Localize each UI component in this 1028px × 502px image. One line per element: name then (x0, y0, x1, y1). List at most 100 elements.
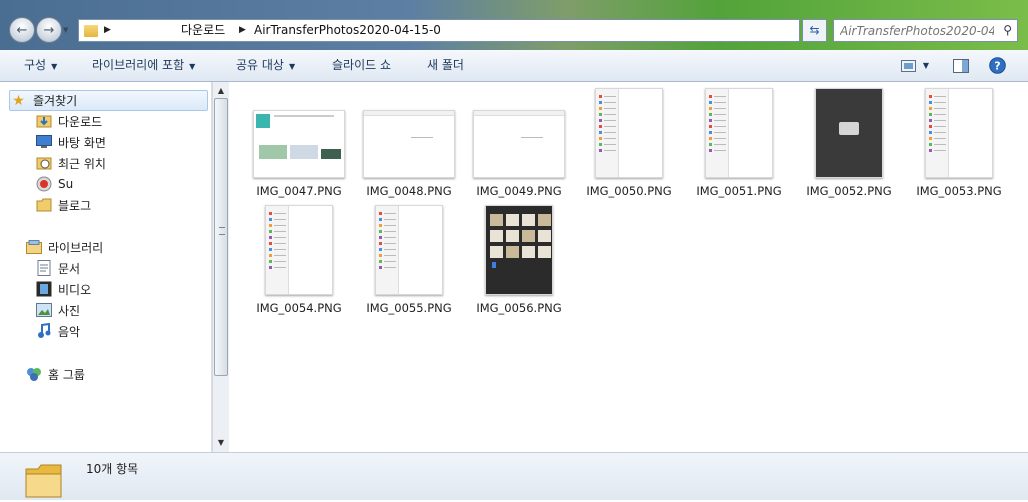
file-thumbnail (355, 90, 463, 178)
chevron-down-icon: ▼ (189, 62, 196, 71)
nav-item-3[interactable]: 최근 위치 (35, 153, 106, 173)
screenshot-preview-image (925, 88, 993, 178)
file-item[interactable]: IMG_0047.PNG (245, 90, 353, 207)
file-item[interactable]: IMG_0054.PNG (245, 205, 353, 324)
nav-item-3[interactable]: 사진 (35, 300, 80, 320)
slideshow-button[interactable]: 슬라이드 쇼 (332, 50, 391, 81)
nav-item-label: 음악 (58, 324, 81, 339)
nav-homegroup-label: 홈 그룹 (48, 367, 85, 382)
back-arrow-icon: ← (16, 22, 28, 38)
nav-item-label: 블로그 (58, 198, 92, 213)
file-name: IMG_0047.PNG (256, 184, 342, 198)
view-options-dropdown[interactable]: ▼ (919, 57, 933, 74)
grip-icon (219, 227, 225, 235)
share-with-menu[interactable]: 공유 대상 ▼ (236, 50, 295, 81)
nav-item-label: 사진 (58, 303, 81, 318)
downloads-icon (35, 113, 52, 129)
breadcrumb-arrow-icon[interactable]: ▶ (239, 20, 246, 41)
file-item[interactable]: IMG_0051.PNG (685, 88, 793, 207)
file-item[interactable]: IMG_0052.PNG (795, 88, 903, 207)
file-name: IMG_0051.PNG (696, 184, 782, 198)
file-item[interactable]: IMG_0056.PNG (465, 205, 573, 324)
item-count: 10개 항목 (86, 462, 139, 476)
organize-menu[interactable]: 구성 ▼ (24, 50, 57, 81)
include-library-label: 라이브러리에 포함 (92, 58, 185, 72)
nav-item-4[interactable]: Su (35, 174, 73, 194)
file-thumbnail (465, 90, 573, 178)
nav-item-2[interactable]: 바탕 화면 (35, 132, 106, 152)
nav-libraries[interactable]: 라이브러리 (25, 237, 103, 257)
desktop-icon (35, 134, 52, 150)
file-name: IMG_0048.PNG (366, 184, 452, 198)
nav-item-2[interactable]: 비디오 (35, 279, 91, 299)
nav-libraries-label: 라이브러리 (48, 240, 104, 255)
user-icon (35, 176, 52, 192)
redacted-area (18, 398, 133, 452)
refresh-button[interactable]: ⇆ (802, 19, 827, 42)
file-item[interactable]: IMG_0049.PNG (465, 90, 573, 207)
include-in-library-menu[interactable]: 라이브러리에 포함 ▼ (92, 50, 195, 81)
file-name: IMG_0049.PNG (476, 184, 562, 198)
organize-label: 구성 (24, 58, 47, 72)
search-input[interactable] (840, 22, 994, 39)
address-bar-area: ← → ▼ ▶ 다운로드 ▶ AirTransferPhotos2020-04-… (0, 0, 1028, 50)
file-name: IMG_0052.PNG (806, 184, 892, 198)
folder-icon (35, 197, 52, 213)
preview-pane-icon (953, 58, 969, 73)
file-name: IMG_0056.PNG (476, 301, 562, 315)
command-bar: 구성 ▼ 라이브러리에 포함 ▼ 공유 대상 ▼ 슬라이드 쇼 새 폴더 ▼ ? (0, 50, 1028, 82)
search-box[interactable]: ⚲ (833, 19, 1018, 42)
breadcrumb-current-folder[interactable]: AirTransferPhotos2020-04-15-0 (254, 20, 441, 41)
navigation-pane: ★ 즐겨찾기 다운로드바탕 화면 최근 위치 Su 블로그 라이브러리 문서비디오사진… (0, 82, 212, 452)
file-item[interactable]: IMG_0050.PNG (575, 88, 683, 207)
new-folder-label: 새 폴더 (427, 58, 464, 72)
preview-pane-button[interactable] (952, 57, 970, 74)
forward-button[interactable]: → (36, 17, 62, 43)
breadcrumb-arrow-icon[interactable]: ▶ (104, 20, 111, 41)
new-folder-button[interactable]: 새 폴더 (427, 50, 464, 81)
nav-item-label: 비디오 (58, 282, 92, 297)
recent-pages-dropdown[interactable]: ▼ (63, 26, 68, 34)
file-thumbnail (685, 88, 793, 178)
file-thumbnail (245, 90, 353, 178)
change-view-button[interactable] (899, 57, 917, 74)
screenshot-preview-image (705, 88, 773, 178)
scroll-up-arrow-icon[interactable]: ▲ (213, 84, 229, 98)
nav-item-1[interactable]: 다운로드 (35, 111, 102, 131)
nav-item-label: 다운로드 (58, 114, 103, 129)
homegroup-icon (25, 366, 42, 382)
forward-arrow-icon: → (43, 22, 55, 38)
scroll-down-arrow-icon[interactable]: ▼ (213, 436, 229, 450)
nav-item-4[interactable]: 음악 (35, 321, 80, 341)
nav-homegroup[interactable]: 홈 그룹 (25, 364, 85, 384)
videos-icon (35, 281, 52, 297)
address-box[interactable]: ▶ 다운로드 ▶ AirTransferPhotos2020-04-15-0 ▼ (78, 19, 874, 42)
file-thumbnail (575, 88, 683, 178)
file-item[interactable]: IMG_0048.PNG (355, 90, 463, 207)
chevron-down-icon: ▼ (288, 62, 296, 71)
file-item[interactable]: IMG_0055.PNG (355, 205, 463, 324)
documents-icon (35, 260, 52, 276)
favorites-star-icon: ★ (12, 92, 25, 109)
nav-item-label: 문서 (58, 261, 81, 276)
file-name: IMG_0053.PNG (916, 184, 1002, 198)
breadcrumb-downloads[interactable]: 다운로드 (181, 20, 225, 41)
libraries-icon (25, 239, 42, 255)
view-icon (900, 59, 916, 72)
nav-scrollbar[interactable]: ▲ ▼ (212, 82, 229, 452)
search-icon[interactable]: ⚲ (1003, 23, 1012, 37)
music-icon (35, 323, 52, 339)
help-button[interactable]: ? (988, 57, 1006, 74)
file-item[interactable]: IMG_0053.PNG (905, 88, 1013, 207)
screenshot-preview-image (265, 205, 333, 295)
scrollbar-thumb[interactable] (214, 98, 228, 376)
recent-places-icon (35, 155, 52, 171)
folder-icon (24, 459, 64, 499)
back-button[interactable]: ← (9, 17, 35, 43)
nav-item-1[interactable]: 문서 (35, 258, 80, 278)
share-with-label: 공유 대상 (236, 58, 284, 72)
nav-item-5[interactable]: 블로그 (35, 195, 91, 215)
nav-favorites[interactable]: ★ 즐겨찾기 (9, 90, 208, 111)
nav-favorites-label: 즐겨찾기 (33, 94, 78, 108)
file-list: IMG_0047.PNG IMG_0048.PNG IMG_0049.PNG IMG_… (229, 82, 1028, 452)
